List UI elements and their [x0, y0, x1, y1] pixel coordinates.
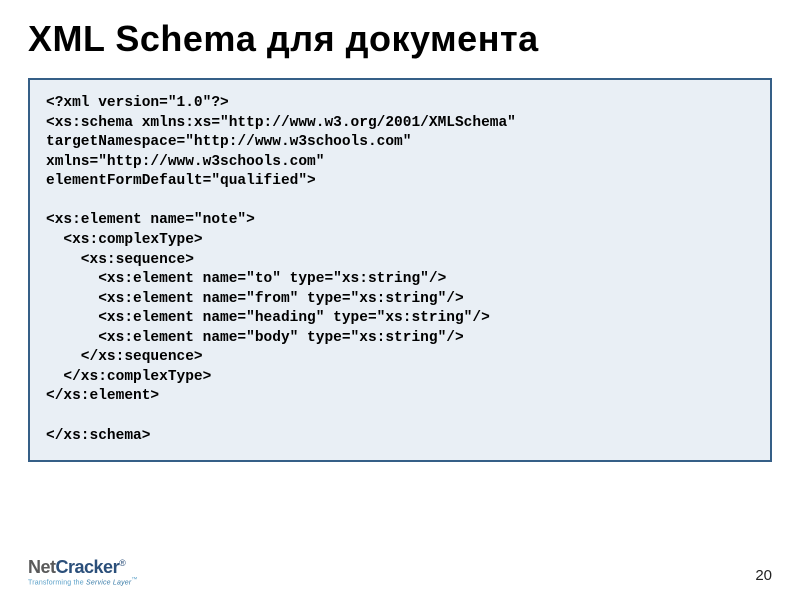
logo-net-text: Net: [28, 557, 56, 577]
netcracker-logo: NetCracker® Transforming the Service Lay…: [28, 558, 138, 586]
logo-registered-icon: ®: [119, 558, 125, 568]
logo-cracker-text: Cracker: [56, 557, 120, 577]
logo-trademark-icon: ™: [131, 577, 137, 583]
logo-tagline-prefix: Transforming the: [28, 579, 86, 586]
slide-footer: NetCracker® Transforming the Service Lay…: [0, 550, 800, 586]
slide: XML Schema для документа <?xml version="…: [0, 0, 800, 600]
code-block: <?xml version="1.0"?> <xs:schema xmlns:x…: [28, 78, 772, 462]
logo-tagline-layer: Service Layer: [86, 579, 131, 586]
logo-wordmark: NetCracker®: [28, 558, 138, 576]
slide-title: XML Schema для документа: [28, 18, 772, 60]
page-number: 20: [755, 567, 772, 584]
logo-tagline: Transforming the Service Layer™: [28, 577, 138, 586]
